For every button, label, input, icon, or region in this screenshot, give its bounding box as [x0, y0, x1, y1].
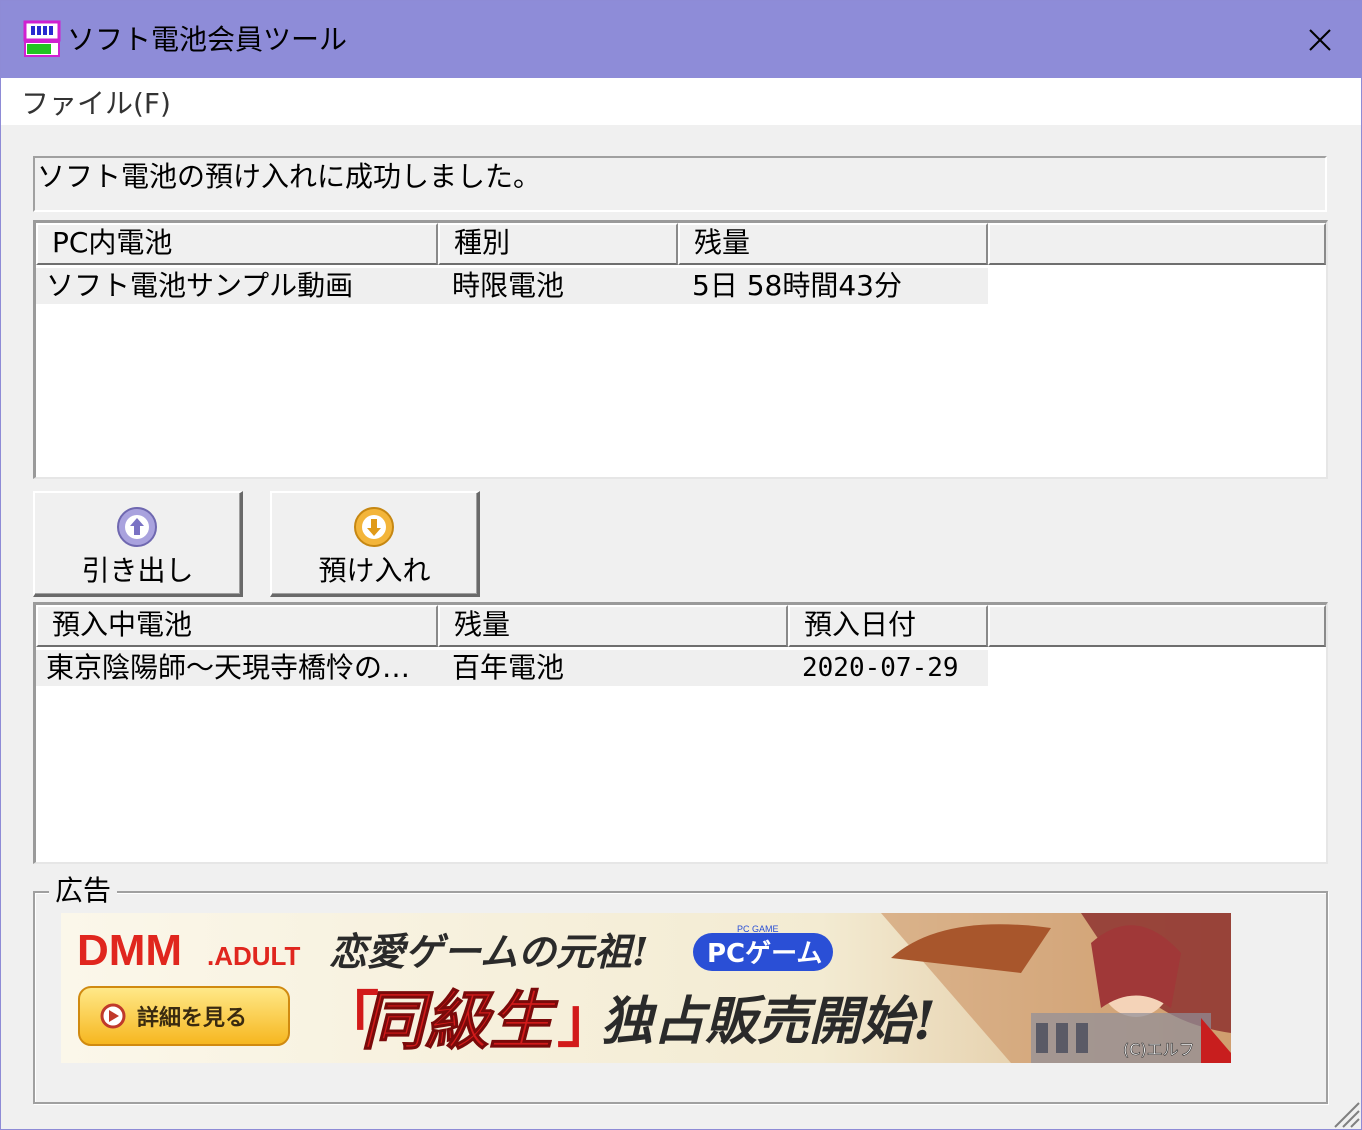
ad-headline: 恋愛ゲームの元祖!	[329, 929, 649, 974]
column-header-deposit-date[interactable]: 預入日付	[788, 605, 988, 647]
row-type: 時限電池	[452, 269, 565, 302]
ad-copyright: (C)エルフ	[1123, 1040, 1195, 1059]
badge-small-text: PC GAME	[737, 924, 779, 934]
list-header: PC内電池 種別 残量	[36, 223, 1326, 265]
menu-file[interactable]: ファイル(F)	[21, 87, 171, 121]
ad-group-label: 広告	[49, 873, 118, 909]
pc-battery-list[interactable]: PC内電池 種別 残量 ソフト電池サンプル動画 時限電池 5日 58時間43分	[33, 220, 1328, 479]
arrow-up-circle-icon	[117, 507, 157, 547]
badge-text: PCゲーム	[707, 939, 822, 969]
title-bar[interactable]: ソフト電池会員ツール	[1, 1, 1361, 78]
ad-banner-graphic: DMM .ADULT 詳細を見る 恋愛ゲームの元祖! PC GAME PCゲーム…	[61, 913, 1231, 1063]
ad-banner[interactable]: DMM .ADULT 詳細を見る 恋愛ゲームの元祖! PC GAME PCゲーム…	[61, 913, 1231, 1063]
column-header-empty	[988, 223, 1326, 265]
detail-button-text: 詳細を見る	[137, 1005, 247, 1031]
close-icon	[1309, 29, 1331, 51]
ad-title: 同級生	[361, 984, 559, 1059]
withdraw-label: 引き出し	[81, 554, 194, 587]
dmm-logo-text: DMM	[77, 926, 182, 975]
ad-tagline: 独占販売開始!	[601, 991, 936, 1052]
deposit-label: 預け入れ	[318, 554, 431, 587]
column-header-empty	[988, 605, 1326, 647]
resize-grip-icon[interactable]	[1331, 1099, 1361, 1129]
column-header-remaining[interactable]: 残量	[678, 223, 988, 265]
column-header-pc-battery[interactable]: PC内電池	[36, 223, 438, 265]
status-message: ソフト電池の預け入れに成功しました。	[33, 156, 1327, 212]
window-title: ソフト電池会員ツール	[67, 23, 348, 56]
deposited-battery-list[interactable]: 預入中電池 残量 預入日付 東京陰陽師～天現寺橋怜の… 百年電池 2020-07…	[33, 602, 1328, 864]
arrow-down-circle-icon	[354, 507, 394, 547]
app-window: ソフト電池会員ツール ファイル(F) ソフト電池の預け入れに成功しました。 PC…	[0, 0, 1362, 1130]
column-header-type[interactable]: 種別	[438, 223, 678, 265]
row-name: 東京陰陽師～天現寺橋怜の…	[46, 651, 411, 684]
row-name: ソフト電池サンプル動画	[46, 269, 354, 302]
row-date: 2020-07-29	[802, 653, 959, 683]
menu-bar	[1, 78, 1361, 125]
deposit-button[interactable]: 預け入れ	[270, 491, 480, 597]
list-header: 預入中電池 残量 預入日付	[36, 605, 1326, 647]
table-row[interactable]: 東京陰陽師～天現寺橋怜の… 百年電池 2020-07-29	[36, 650, 988, 686]
battery-app-icon	[23, 20, 61, 57]
column-header-deposited-battery[interactable]: 預入中電池	[36, 605, 438, 647]
table-row[interactable]: ソフト電池サンプル動画 時限電池 5日 58時間43分	[36, 268, 988, 304]
dmm-logo-suffix: .ADULT	[207, 941, 301, 971]
row-remaining: 5日 58時間43分	[692, 269, 902, 302]
row-remaining: 百年電池	[452, 651, 565, 684]
withdraw-button[interactable]: 引き出し	[33, 491, 243, 597]
close-button[interactable]	[1297, 18, 1343, 62]
column-header-remaining[interactable]: 残量	[438, 605, 788, 647]
